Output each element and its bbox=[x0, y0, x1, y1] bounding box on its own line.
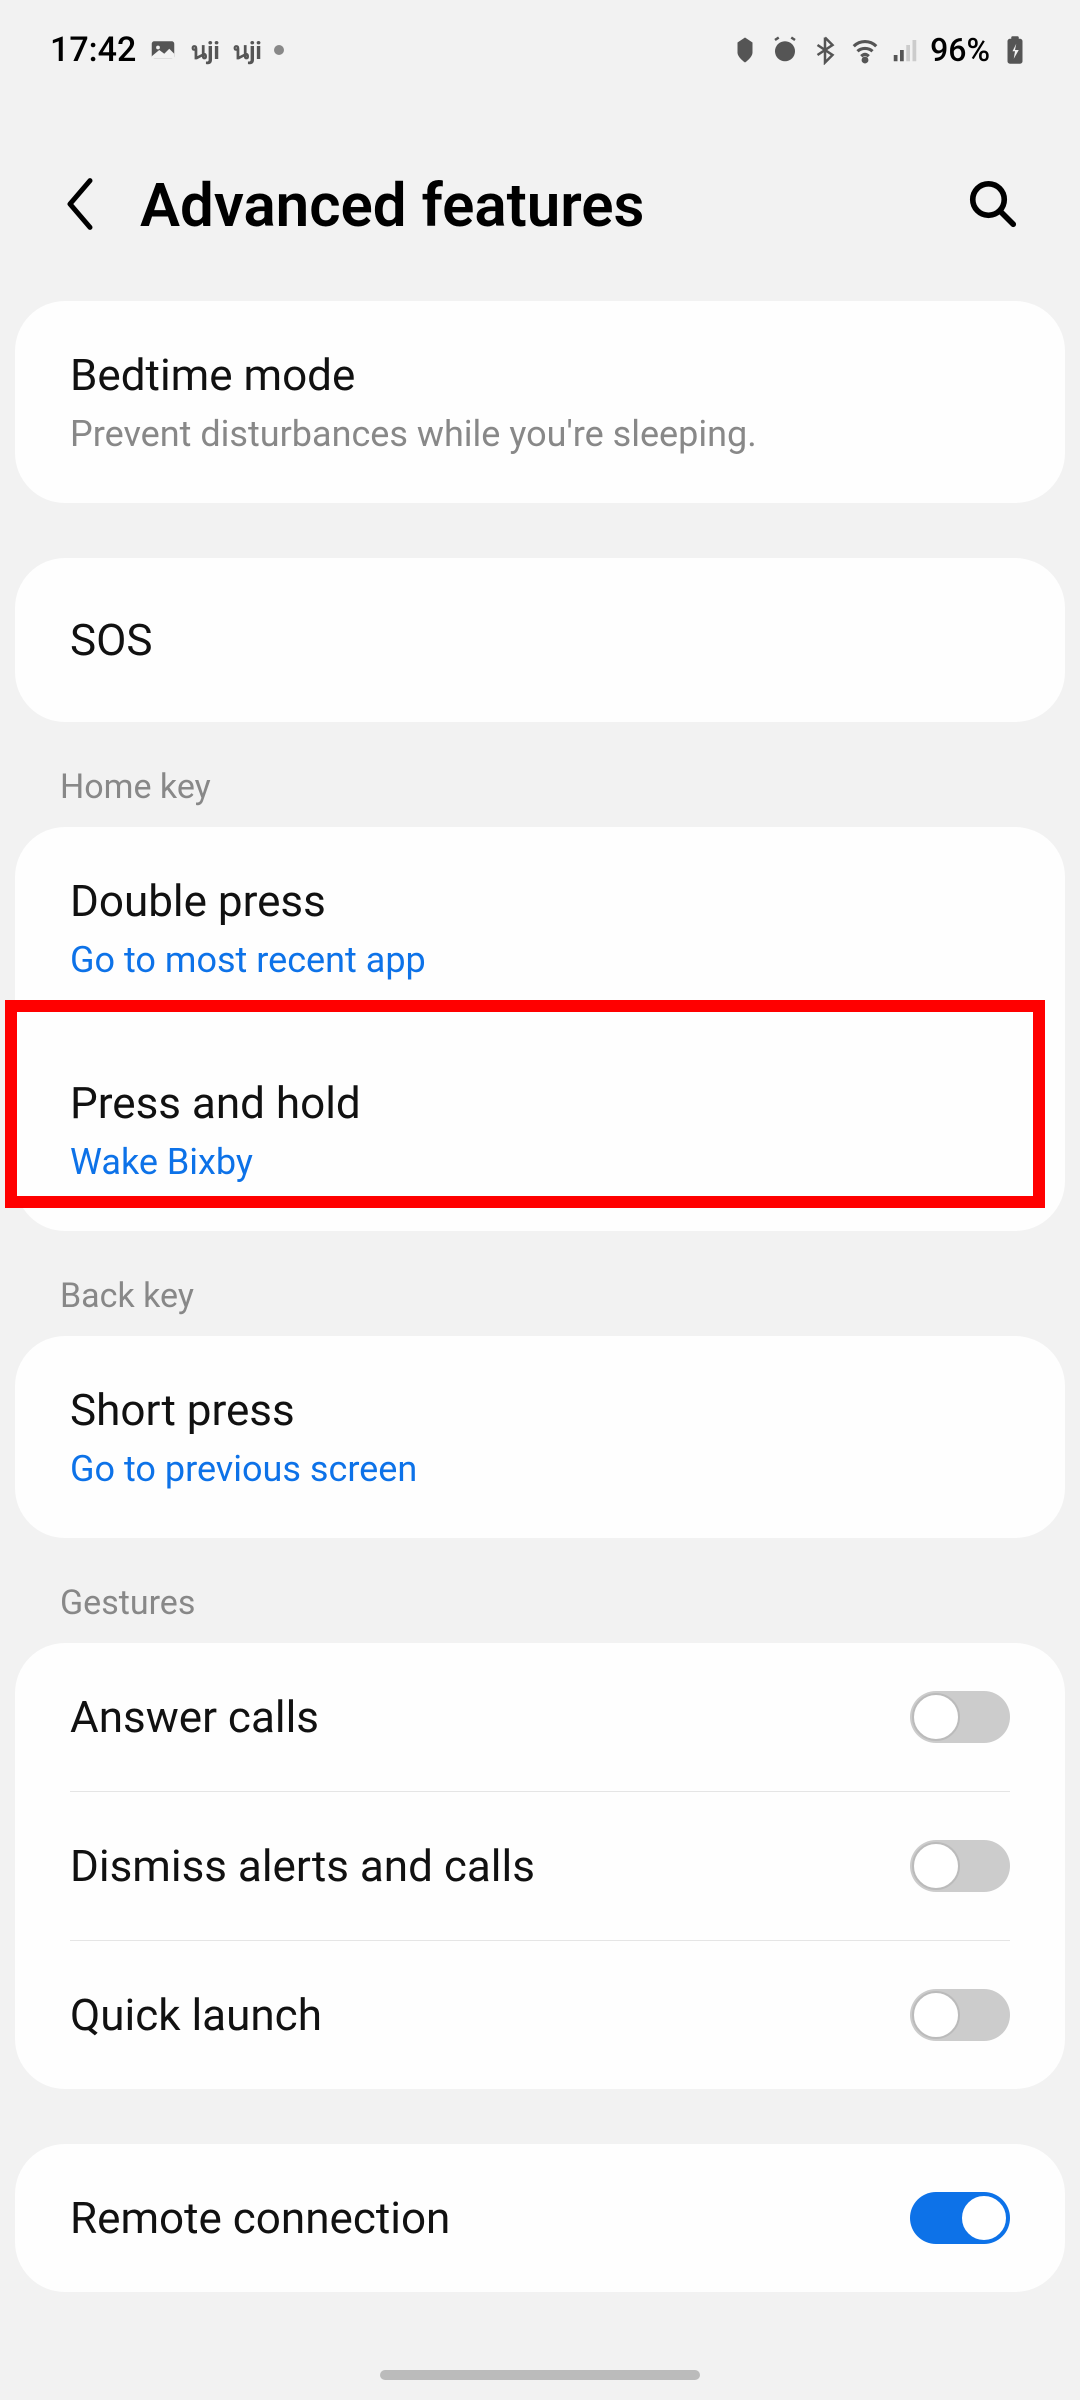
back-key-header: Back key bbox=[0, 1231, 1080, 1336]
bedtime-title: Bedtime mode bbox=[70, 349, 1010, 401]
clock: 17:42 bbox=[50, 30, 136, 70]
gestures-card: Answer calls Dismiss alerts and calls Qu… bbox=[15, 1643, 1065, 2089]
answer-calls-title: Answer calls bbox=[70, 1691, 319, 1743]
sos-title: SOS bbox=[70, 614, 1010, 666]
bluetooth-icon bbox=[810, 35, 840, 65]
bedtime-subtitle: Prevent disturbances while you're sleepi… bbox=[70, 413, 1010, 455]
sos-card: SOS bbox=[15, 558, 1065, 722]
double-press-item[interactable]: Double press Go to most recent app bbox=[15, 827, 1065, 1029]
dismiss-alerts-toggle[interactable] bbox=[910, 1840, 1010, 1892]
gestures-header: Gestures bbox=[0, 1538, 1080, 1643]
remote-connection-item[interactable]: Remote connection bbox=[15, 2144, 1065, 2292]
dismiss-alerts-title: Dismiss alerts and calls bbox=[70, 1840, 535, 1892]
double-press-value: Go to most recent app bbox=[70, 939, 1010, 981]
answer-calls-item[interactable]: Answer calls bbox=[15, 1643, 1065, 1791]
image-icon bbox=[148, 35, 178, 65]
short-press-value: Go to previous screen bbox=[70, 1448, 1010, 1490]
alarm-icon bbox=[770, 35, 800, 65]
back-key-card: Short press Go to previous screen bbox=[15, 1336, 1065, 1538]
status-bar: 17:42 นji นji 96% bbox=[0, 0, 1080, 90]
search-icon[interactable] bbox=[966, 177, 1020, 235]
bedtime-mode-item[interactable]: Bedtime mode Prevent disturbances while … bbox=[15, 301, 1065, 503]
status-left: 17:42 นji นji bbox=[50, 30, 284, 70]
status-right: 96% bbox=[730, 31, 1030, 69]
sos-item[interactable]: SOS bbox=[15, 558, 1065, 722]
press-hold-title: Press and hold bbox=[70, 1077, 1010, 1129]
remote-toggle[interactable] bbox=[910, 2192, 1010, 2244]
back-icon[interactable] bbox=[60, 174, 100, 238]
teams-icon: นji bbox=[190, 35, 220, 65]
remote-card: Remote connection bbox=[15, 2144, 1065, 2292]
wifi-icon bbox=[850, 35, 880, 65]
home-key-header: Home key bbox=[0, 722, 1080, 827]
teams-icon-2: นji bbox=[232, 35, 262, 65]
page-title: Advanced features bbox=[140, 170, 926, 241]
quick-launch-title: Quick launch bbox=[70, 1989, 322, 2041]
notification-dot-icon bbox=[274, 45, 284, 55]
press-hold-value: Wake Bixby bbox=[70, 1141, 1010, 1183]
bedtime-card: Bedtime mode Prevent disturbances while … bbox=[15, 301, 1065, 503]
quick-launch-toggle[interactable] bbox=[910, 1989, 1010, 2041]
short-press-title: Short press bbox=[70, 1384, 1010, 1436]
dismiss-alerts-item[interactable]: Dismiss alerts and calls bbox=[15, 1792, 1065, 1940]
battery-icon bbox=[1000, 35, 1030, 65]
remote-title: Remote connection bbox=[70, 2192, 450, 2244]
app-icon bbox=[730, 35, 760, 65]
press-and-hold-item[interactable]: Press and hold Wake Bixby bbox=[15, 1029, 1065, 1231]
double-press-title: Double press bbox=[70, 875, 1010, 927]
answer-calls-toggle[interactable] bbox=[910, 1691, 1010, 1743]
nav-handle[interactable] bbox=[380, 2370, 700, 2380]
signal-icon bbox=[890, 35, 920, 65]
quick-launch-item[interactable]: Quick launch bbox=[15, 1941, 1065, 2089]
short-press-item[interactable]: Short press Go to previous screen bbox=[15, 1336, 1065, 1538]
battery-percent: 96% bbox=[930, 31, 990, 69]
home-key-card: Double press Go to most recent app Press… bbox=[15, 827, 1065, 1231]
page-header: Advanced features bbox=[0, 90, 1080, 301]
